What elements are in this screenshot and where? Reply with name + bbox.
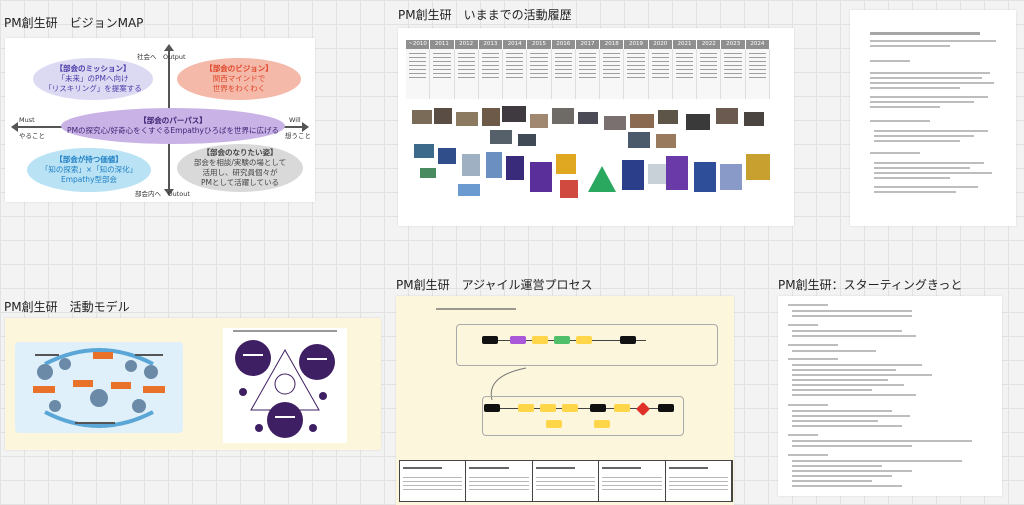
ideal-title: 【部会のなりたい姿】 (202, 148, 278, 157)
vision-line2: 世界をわくわく (212, 84, 266, 93)
process-node (620, 336, 636, 344)
ideal-line2: 活用し、研究員個々が (202, 168, 278, 177)
process-node (554, 336, 570, 344)
year-cell: 2022 (697, 40, 722, 49)
frame-title-history: PM創生研 いままでの活動履歴 (398, 8, 572, 22)
history-photo-collage (412, 106, 770, 198)
axis-label-left-1: Must (19, 116, 35, 124)
year-cell: 2019 (624, 40, 649, 49)
mission-title: 【部会のミッション】 (55, 64, 131, 73)
agile-lower-flow (482, 396, 684, 436)
year-cell: 2024 (745, 40, 770, 49)
mission-ellipse[interactable]: 【部会のミッション】 「未来」のPMへ向け 「リスキリング」を提案する (33, 58, 153, 100)
axis-label-right-2: 想うこと (285, 132, 311, 140)
year-cell: 2021 (672, 40, 698, 49)
values-ellipse[interactable]: 【部会が持つ価値】 「知の探索」×「知の深化」 Empathy型部会 (27, 148, 151, 192)
process-node (540, 404, 556, 412)
mission-line2: 「リスキリング」を提案する (44, 84, 142, 93)
activity-cycle-diagram (15, 342, 183, 433)
axis-label-right-1: Will (289, 116, 301, 124)
mission-line1: 「未来」のPMへ向け (57, 74, 129, 83)
values-line1: 「知の探索」×「知の深化」 (40, 165, 138, 174)
purpose-line1: PMの探究心/好奇心をくすぐるEmpathyひろばを世界に広げる (67, 126, 279, 135)
history-notes-row (406, 49, 770, 99)
year-cell: 2014 (503, 40, 528, 49)
process-node (484, 404, 500, 412)
process-node (562, 404, 578, 412)
year-cell: 2017 (575, 40, 601, 49)
arrow-up-icon (164, 44, 174, 51)
process-node (518, 404, 534, 412)
year-cell: 2012 (454, 40, 479, 49)
frame-title-starting-kit: PM創生研：スターティングきっと (778, 278, 963, 292)
activity-model-board[interactable] (5, 318, 381, 450)
agile-process-board[interactable] (396, 296, 734, 505)
arrow-left-icon (11, 122, 18, 132)
purpose-ellipse[interactable]: 【部会のパーパス】 PMの探究心/好奇心をくすぐるEmpathyひろばを世界に広… (61, 108, 285, 144)
history-board[interactable]: ~2010 2011 2012 2013 2014 2015 2016 2017… (398, 28, 794, 226)
axis-label-top: 社会へ Output (137, 53, 186, 61)
history-year-header: ~2010 2011 2012 2013 2014 2015 2016 2017… (406, 40, 770, 49)
process-node (594, 420, 610, 428)
process-node (614, 404, 630, 412)
year-cell: 2023 (721, 40, 746, 49)
process-node (546, 420, 562, 428)
year-cell: 2011 (430, 40, 455, 49)
agile-role-table (399, 460, 733, 502)
vision-ellipse[interactable]: 【部会のビジョン】 関西マインドで 世界をわくわく (177, 58, 301, 100)
axis-label-bottom: 部会内へ Outout (135, 190, 190, 198)
process-node (576, 336, 592, 344)
ideal-line3: PMとして活躍している (200, 178, 280, 187)
ideal-ellipse[interactable]: 【部会のなりたい姿】 部会を相談/実験の場として 活用し、研究員個々が PMとし… (177, 144, 303, 192)
purpose-title: 【部会のパーパス】 (139, 116, 207, 125)
year-cell: 2018 (600, 40, 625, 49)
year-cell: 2015 (527, 40, 552, 49)
year-cell: 2016 (551, 40, 576, 49)
process-node (510, 336, 526, 344)
axis-label-left-2: やること (19, 132, 45, 140)
process-node (658, 404, 674, 412)
report-document-card[interactable] (850, 10, 1016, 226)
vision-map-board[interactable]: 社会へ Output 部会内へ Outout Must やること Will 想う… (5, 38, 315, 202)
starting-kit-document[interactable] (778, 296, 1002, 496)
process-node (482, 336, 498, 344)
process-node (590, 404, 606, 412)
frame-title-agile-process: PM創生研 アジャイル運営プロセス (396, 278, 593, 292)
year-cell: 2020 (648, 40, 673, 49)
ideal-line1: 部会を相談/実験の場として (193, 158, 287, 167)
values-title: 【部会が持つ価値】 (55, 155, 123, 164)
frame-title-vision-map: PM創生研 ビジョンMAP (4, 16, 144, 30)
vision-line1: 関西マインドで (212, 74, 266, 83)
process-node (532, 336, 548, 344)
year-cell: 2013 (478, 40, 504, 49)
vision-title: 【部会のビジョン】 (205, 64, 273, 73)
activity-triangle-diagram (223, 328, 347, 443)
year-cell: ~2010 (406, 40, 431, 49)
frame-title-activity-model: PM創生研 活動モデル (4, 300, 130, 314)
values-line2: Empathy型部会 (60, 175, 118, 184)
